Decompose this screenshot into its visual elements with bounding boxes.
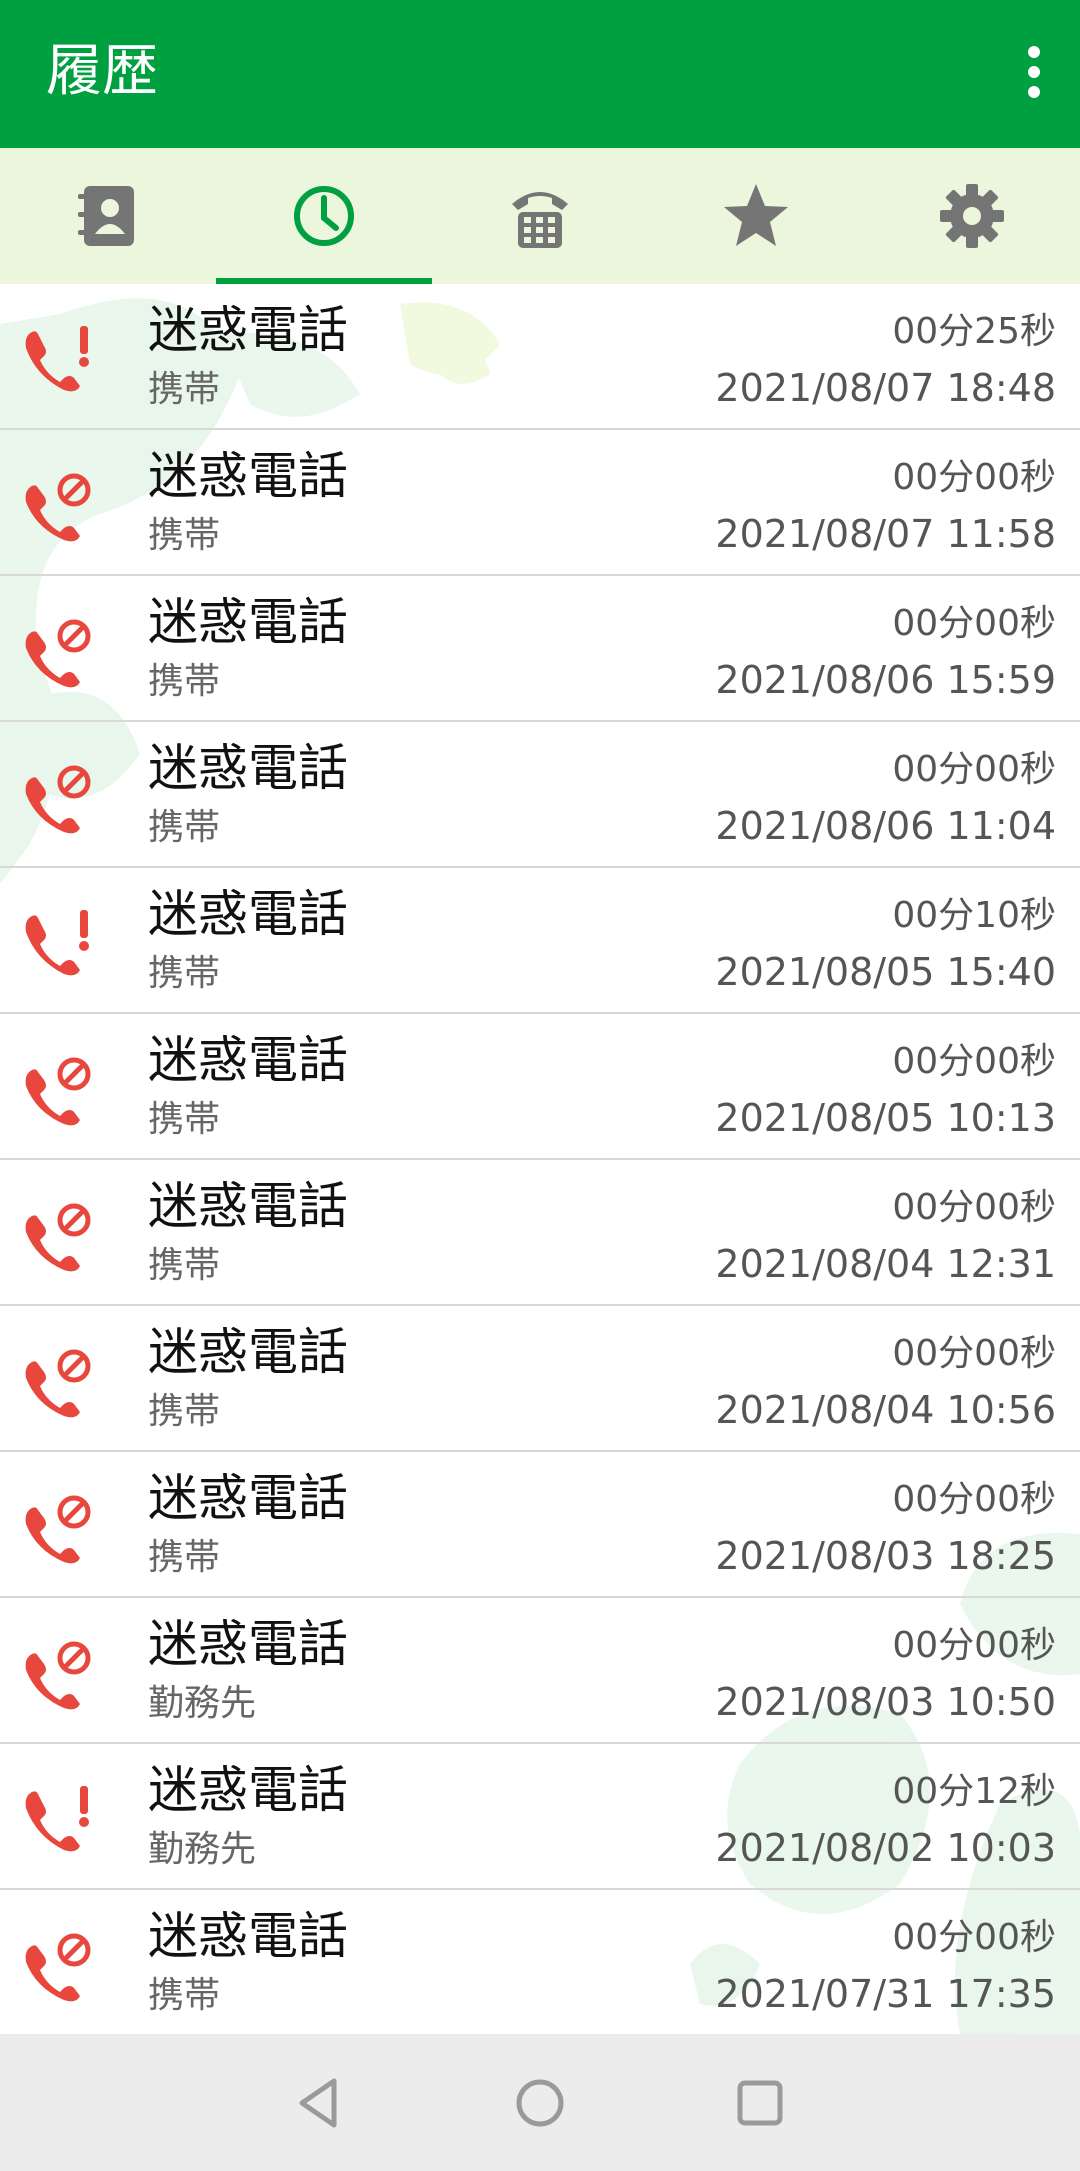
tab-contacts[interactable] — [0, 148, 216, 284]
blocked-call-icon — [25, 1349, 91, 1418]
call-row[interactable]: 迷惑電話 携帯 00分00秒 2021/08/05 10:13 — [0, 1014, 1080, 1160]
call-timestamp: 2021/08/03 18:25 — [715, 1534, 1056, 1578]
call-duration: 00分10秒 — [892, 895, 1056, 936]
call-row[interactable]: 迷惑電話 勤務先 00分12秒 2021/08/02 10:03 — [0, 1744, 1080, 1890]
call-timestamp: 2021/08/07 11:58 — [715, 512, 1056, 556]
caller-name: 迷惑電話 — [148, 739, 348, 797]
caller-name: 迷惑電話 — [148, 301, 348, 359]
caller-name: 迷惑電話 — [148, 1615, 348, 1673]
call-duration: 00分00秒 — [892, 1625, 1056, 1666]
call-row[interactable]: 迷惑電話 携帯 00分00秒 2021/08/06 15:59 — [0, 576, 1080, 722]
caller-name: 迷惑電話 — [148, 1177, 348, 1235]
system-nav-bar — [0, 2034, 1080, 2171]
blocked-call-icon — [25, 1641, 91, 1710]
missed-call-warning-icon — [25, 910, 89, 976]
more-vert-icon[interactable] — [1002, 34, 1066, 110]
tab-history[interactable] — [216, 148, 432, 284]
call-duration: 00分00秒 — [892, 749, 1056, 790]
call-row[interactable]: 迷惑電話 携帯 00分25秒 2021/08/07 18:48 — [0, 284, 1080, 430]
phone-type: 携帯 — [148, 515, 221, 556]
blocked-call-icon — [25, 1057, 91, 1126]
call-timestamp: 2021/08/06 15:59 — [715, 658, 1056, 702]
caller-name: 迷惑電話 — [148, 1761, 348, 1819]
call-duration: 00分00秒 — [892, 1187, 1056, 1228]
recents-button[interactable] — [725, 2068, 795, 2138]
phone-type: 携帯 — [148, 953, 221, 994]
phone-type: 勤務先 — [148, 1683, 257, 1724]
gear-icon — [940, 184, 1004, 248]
app-bar: 履歴 — [0, 0, 1080, 148]
call-row[interactable]: 迷惑電話 携帯 00分00秒 2021/08/03 18:25 — [0, 1452, 1080, 1598]
tab-favorites[interactable] — [648, 148, 864, 284]
call-timestamp: 2021/08/05 10:13 — [715, 1096, 1056, 1140]
caller-name: 迷惑電話 — [148, 593, 348, 651]
phone-type: 携帯 — [148, 661, 221, 702]
missed-call-warning-icon — [25, 1786, 89, 1852]
home-button[interactable] — [505, 2068, 575, 2138]
caller-name: 迷惑電話 — [148, 1907, 348, 1965]
blocked-call-icon — [25, 765, 91, 834]
caller-name: 迷惑電話 — [148, 1031, 348, 1089]
blocked-call-icon — [25, 1495, 91, 1564]
phone-type: 携帯 — [148, 369, 221, 410]
caller-name: 迷惑電話 — [148, 1469, 348, 1527]
call-row[interactable]: 迷惑電話 携帯 00分00秒 2021/07/31 17:35 — [0, 1890, 1080, 2034]
call-duration: 00分00秒 — [892, 603, 1056, 644]
call-timestamp: 2021/08/04 10:56 — [715, 1388, 1056, 1432]
caller-name: 迷惑電話 — [148, 885, 348, 943]
call-timestamp: 2021/08/04 12:31 — [715, 1242, 1056, 1286]
back-triangle-icon — [299, 2078, 337, 2127]
tab-dialpad[interactable] — [432, 148, 648, 284]
blocked-call-icon — [25, 1203, 91, 1272]
call-timestamp: 2021/08/05 15:40 — [715, 950, 1056, 994]
history-clock-icon — [294, 186, 354, 246]
caller-name: 迷惑電話 — [148, 447, 348, 505]
home-circle-icon — [516, 2079, 564, 2126]
tab-bar — [0, 148, 1080, 284]
call-duration: 00分00秒 — [892, 457, 1056, 498]
call-row[interactable]: 迷惑電話 勤務先 00分00秒 2021/08/03 10:50 — [0, 1598, 1080, 1744]
call-timestamp: 2021/08/06 11:04 — [715, 804, 1056, 848]
phone-type: 携帯 — [148, 1537, 221, 1578]
blocked-call-icon — [25, 473, 91, 542]
call-history-list[interactable]: 迷惑電話 携帯 00分25秒 2021/08/07 18:48 迷惑電話 携帯 … — [0, 284, 1080, 2034]
star-icon — [724, 184, 788, 246]
missed-call-warning-icon — [25, 326, 89, 392]
call-timestamp: 2021/08/02 10:03 — [715, 1826, 1056, 1870]
blocked-call-icon — [25, 1933, 91, 2002]
phone-type: 勤務先 — [148, 1829, 257, 1870]
phone-type: 携帯 — [148, 807, 221, 848]
phone-type: 携帯 — [148, 1099, 221, 1140]
back-button[interactable] — [285, 2068, 355, 2138]
call-timestamp: 2021/07/31 17:35 — [715, 1972, 1056, 2016]
call-timestamp: 2021/08/03 10:50 — [715, 1680, 1056, 1724]
call-row[interactable]: 迷惑電話 携帯 00分00秒 2021/08/04 12:31 — [0, 1160, 1080, 1306]
phone-type: 携帯 — [148, 1975, 221, 2016]
call-row[interactable]: 迷惑電話 携帯 00分00秒 2021/08/07 11:58 — [0, 430, 1080, 576]
call-duration: 00分00秒 — [892, 1917, 1056, 1958]
call-timestamp: 2021/08/07 18:48 — [715, 366, 1056, 410]
page-title: 履歴 — [46, 39, 158, 104]
phone-type: 携帯 — [148, 1245, 221, 1286]
dialpad-phone-icon — [512, 192, 568, 248]
call-duration: 00分00秒 — [892, 1479, 1056, 1520]
call-duration: 00分12秒 — [892, 1771, 1056, 1812]
call-row[interactable]: 迷惑電話 携帯 00分10秒 2021/08/05 15:40 — [0, 868, 1080, 1014]
tab-settings[interactable] — [864, 148, 1080, 284]
call-row[interactable]: 迷惑電話 携帯 00分00秒 2021/08/06 11:04 — [0, 722, 1080, 868]
caller-name: 迷惑電話 — [148, 1323, 348, 1381]
call-duration: 00分00秒 — [892, 1041, 1056, 1082]
blocked-call-icon — [25, 619, 91, 688]
call-duration: 00分25秒 — [892, 311, 1056, 352]
phone-type: 携帯 — [148, 1391, 221, 1432]
contacts-icon — [78, 186, 134, 246]
call-duration: 00分00秒 — [892, 1333, 1056, 1374]
recents-square-icon — [737, 2080, 783, 2125]
call-row[interactable]: 迷惑電話 携帯 00分00秒 2021/08/04 10:56 — [0, 1306, 1080, 1452]
